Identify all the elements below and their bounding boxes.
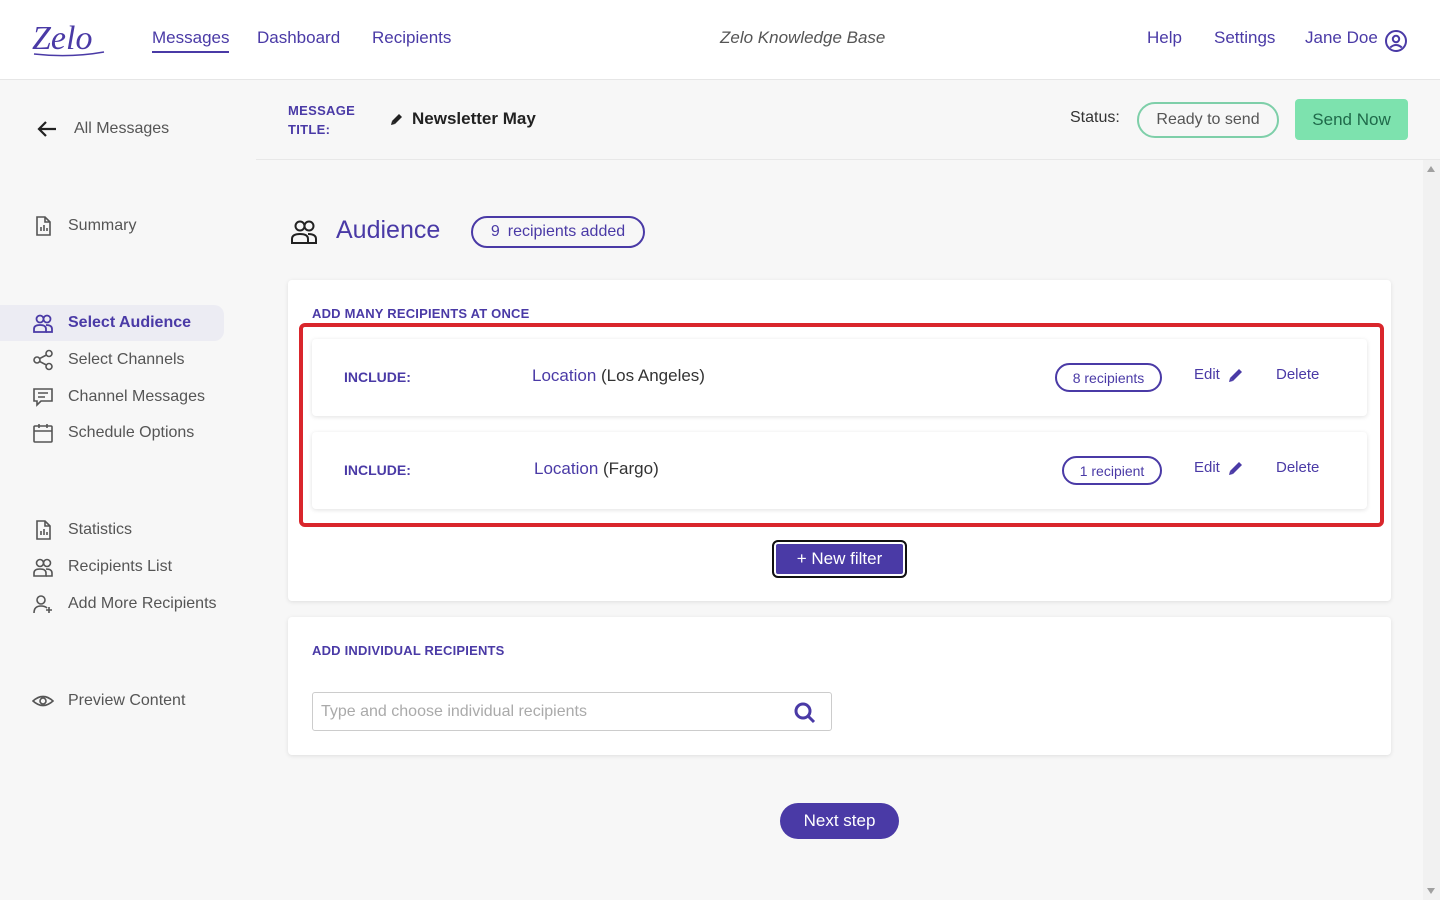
sidebar-item-label: Recipients List xyxy=(68,558,173,575)
status-label: Status: xyxy=(1070,109,1120,126)
individual-recipients-search xyxy=(312,692,832,731)
add-individual-heading: ADD INDIVIDUAL RECIPIENTS xyxy=(312,643,505,658)
message-header: MESSAGE TITLE: Newsletter May Status: Re… xyxy=(256,81,1440,160)
channels-icon xyxy=(33,349,53,371)
search-input[interactable] xyxy=(321,701,781,723)
knowledge-base-link[interactable]: Zelo Knowledge Base xyxy=(720,28,885,48)
nav-dashboard[interactable]: Dashboard xyxy=(257,28,340,48)
status-badge: Ready to send xyxy=(1137,102,1279,138)
message-title-label: MESSAGE TITLE: xyxy=(288,103,356,137)
sidebar-item-select-audience[interactable]: Select Audience xyxy=(0,305,224,341)
sidebar-item-label: Channel Messages xyxy=(68,388,205,405)
zelo-logo[interactable]: Zelo xyxy=(32,18,108,58)
help-link[interactable]: Help xyxy=(1147,28,1182,48)
recipients-added-text: recipients added xyxy=(507,223,626,240)
nav-messages[interactable]: Messages xyxy=(152,28,230,53)
filters-highlight-box xyxy=(299,323,1384,527)
sidebar-item-statistics[interactable]: Statistics xyxy=(0,512,224,548)
scroll-up-arrow-icon[interactable] xyxy=(1427,166,1435,172)
svg-text:Zelo: Zelo xyxy=(32,20,92,57)
recipients-count: 9 xyxy=(490,223,500,240)
sidebar-item-label: Select Channels xyxy=(68,351,185,368)
sidebar-item-add-more-recipients[interactable]: Add More Recipients xyxy=(0,586,224,622)
scroll-down-arrow-icon[interactable] xyxy=(1427,888,1435,894)
back-label: All Messages xyxy=(74,120,170,137)
sidebar-item-recipients-list[interactable]: Recipients List xyxy=(0,549,224,585)
pencil-icon xyxy=(391,114,402,125)
statistics-icon xyxy=(36,520,51,540)
sidebar-item-label: Summary xyxy=(68,217,137,234)
summary-icon xyxy=(36,216,51,236)
recipients-added-badge: 9 recipients added xyxy=(471,216,645,248)
message-title[interactable]: Newsletter May xyxy=(390,109,536,129)
sidebar-item-label: Schedule Options xyxy=(68,424,195,441)
sidebar-item-preview-content[interactable]: Preview Content xyxy=(0,683,224,719)
sidebar-item-label: Select Audience xyxy=(68,314,192,331)
audience-icon xyxy=(33,314,53,333)
search-icon[interactable] xyxy=(793,701,817,725)
back-to-all-messages[interactable]: All Messages xyxy=(36,119,169,139)
user-name[interactable]: Jane Doe xyxy=(1305,28,1378,48)
add-individual-recipients-card: ADD INDIVIDUAL RECIPIENTS xyxy=(288,617,1391,755)
next-step-button[interactable]: Next step xyxy=(780,803,899,839)
calendar-icon xyxy=(33,424,53,443)
sidebar-item-label: Preview Content xyxy=(68,692,186,709)
message-title-text: Newsletter May xyxy=(412,109,536,128)
sidebar-item-summary[interactable]: Summary xyxy=(0,208,224,244)
send-now-button[interactable]: Send Now xyxy=(1295,99,1408,140)
sidebar-item-label: Add More Recipients xyxy=(68,595,217,612)
people-icon xyxy=(33,558,53,577)
eye-icon xyxy=(32,695,54,707)
audience-heading-icon xyxy=(291,220,317,244)
settings-link[interactable]: Settings xyxy=(1214,28,1275,48)
sidebar-item-label: Statistics xyxy=(68,521,133,538)
sidebar: All Messages Summary Select Audience Sel… xyxy=(0,81,256,900)
add-person-icon xyxy=(33,595,52,614)
chat-icon xyxy=(33,388,53,407)
sidebar-item-select-channels[interactable]: Select Channels xyxy=(0,342,224,378)
top-navigation: Zelo Messages Dashboard Recipients Zelo … xyxy=(0,0,1440,80)
scrollbar[interactable] xyxy=(1423,160,1440,900)
sidebar-item-schedule-options[interactable]: Schedule Options xyxy=(0,415,224,451)
nav-recipients[interactable]: Recipients xyxy=(372,28,451,48)
user-account-icon[interactable] xyxy=(1384,29,1408,53)
new-filter-button[interactable]: + New filter xyxy=(772,540,907,578)
sidebar-item-channel-messages[interactable]: Channel Messages xyxy=(0,379,224,415)
arrow-left-icon xyxy=(37,121,56,137)
audience-title: Audience xyxy=(336,216,441,244)
add-many-heading: ADD MANY RECIPIENTS AT ONCE xyxy=(312,306,530,321)
